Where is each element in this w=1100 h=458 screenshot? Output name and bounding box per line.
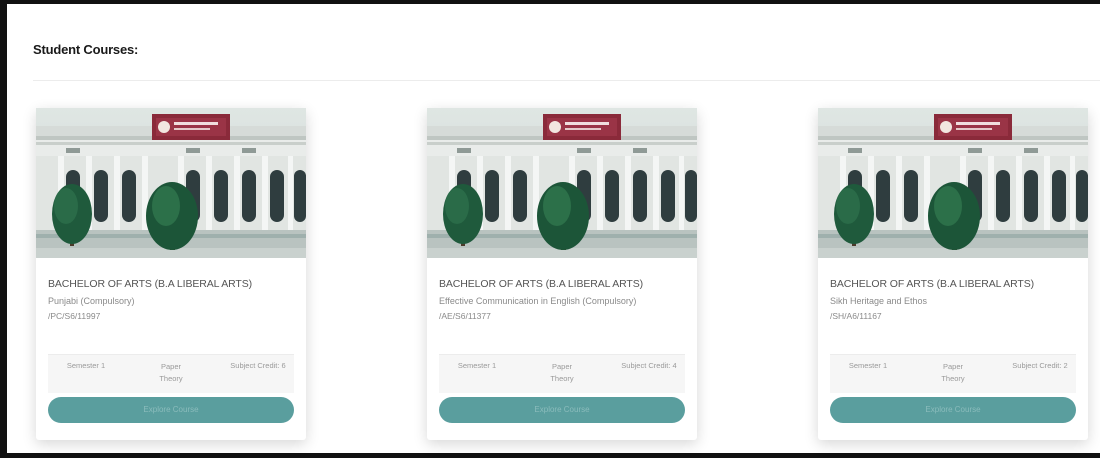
subject-code: /AE/S6/11377 — [439, 311, 491, 321]
course-meta: Semester 1 Paper Theory Subject Credit: … — [439, 354, 685, 393]
paper-label: Paper — [160, 362, 181, 371]
explore-course-button[interactable]: Explore Course — [439, 397, 685, 423]
divider — [33, 80, 1100, 81]
semester-label: Semester 1 — [457, 361, 497, 370]
subject-code: /SH/A6/11167 — [830, 311, 882, 321]
course-title: BACHELOR OF ARTS (B.A LIBERAL ARTS) — [48, 278, 253, 290]
window-frame: Student Courses: BACHELOR OF ARTS (B.A L… — [0, 0, 1100, 458]
course-meta: Semester 1 Paper Theory Subject Credit: … — [48, 354, 294, 393]
course-card[interactable]: BACHELOR OF ARTS (B.A LIBERAL ARTS) Punj… — [36, 108, 306, 440]
paper-type: Paper Theory — [928, 361, 978, 385]
course-card[interactable]: BACHELOR OF ARTS (B.A LIBERAL ARTS) Effe… — [427, 108, 697, 440]
course-image — [427, 108, 697, 258]
paper-label: Paper — [551, 362, 572, 371]
explore-course-button[interactable]: Explore Course — [830, 397, 1076, 423]
explore-course-button[interactable]: Explore Course — [48, 397, 294, 423]
course-image — [818, 108, 1088, 258]
semester-label: Semester 1 — [66, 361, 106, 370]
paper-value: Theory — [941, 374, 965, 383]
course-meta: Semester 1 Paper Theory Subject Credit: … — [830, 354, 1076, 393]
subject-code: /PC/S6/11997 — [48, 311, 101, 321]
subject-credit: Subject Credit: 6 — [230, 361, 286, 370]
course-title: BACHELOR OF ARTS (B.A LIBERAL ARTS) — [439, 278, 644, 290]
subject-name: Effective Communication in English (Comp… — [439, 296, 637, 306]
paper-type: Paper Theory — [537, 361, 587, 385]
paper-value: Theory — [159, 374, 183, 383]
subject-credit: Subject Credit: 2 — [1012, 361, 1068, 370]
subject-name: Sikh Heritage and Ethos — [830, 296, 928, 306]
subject-credit: Subject Credit: 4 — [621, 361, 677, 370]
subject-name: Punjabi (Compulsory) — [48, 296, 135, 306]
course-title: BACHELOR OF ARTS (B.A LIBERAL ARTS) — [830, 278, 1035, 290]
paper-label: Paper — [942, 362, 963, 371]
course-image — [36, 108, 306, 258]
course-card[interactable]: BACHELOR OF ARTS (B.A LIBERAL ARTS) Sikh… — [818, 108, 1088, 440]
paper-type: Paper Theory — [146, 361, 196, 385]
section-title: Student Courses: — [33, 42, 139, 57]
semester-label: Semester 1 — [848, 361, 888, 370]
paper-value: Theory — [550, 374, 574, 383]
